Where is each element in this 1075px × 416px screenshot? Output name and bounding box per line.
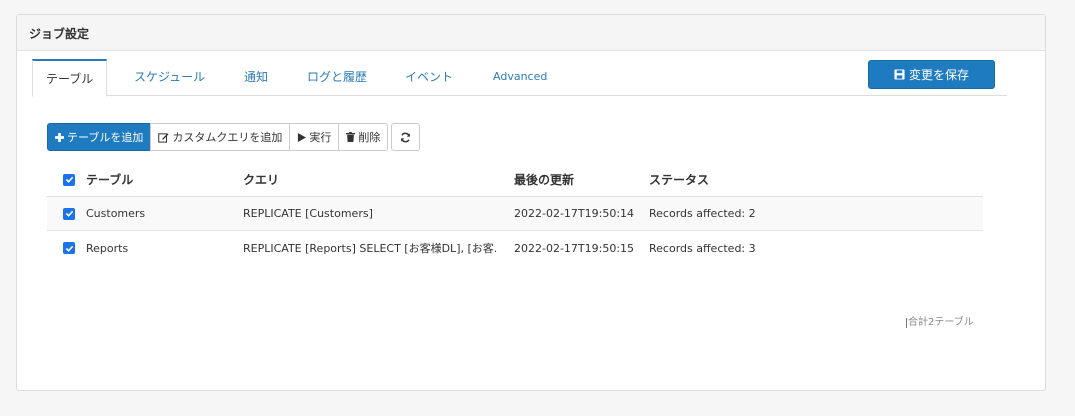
tab-tables[interactable]: テーブル (32, 59, 108, 97)
row-query: REPLICATE [Customers] (243, 207, 373, 220)
column-header-query[interactable]: クエリ (243, 171, 279, 188)
row-last-updated: 2022-02-17T19:50:14 (514, 207, 635, 220)
plus-icon (55, 132, 64, 142)
row-table-name: Reports (86, 241, 129, 255)
save-changes-label: 変更を保存 (908, 68, 969, 82)
row-table-name: Customers (86, 207, 146, 220)
tab-notifications[interactable]: 通知 (244, 59, 268, 96)
delete-button[interactable]: 削除 (338, 123, 389, 151)
save-icon (894, 69, 905, 80)
tab-schedule[interactable]: スケジュール (134, 59, 205, 96)
refresh-icon (400, 132, 411, 143)
add-table-button[interactable]: テーブルを追加 (47, 123, 152, 151)
tab-advanced[interactable]: Advanced (493, 59, 547, 96)
delete-label: 削除 (358, 131, 381, 144)
column-header-table[interactable]: テーブル (86, 171, 133, 188)
row-checkbox[interactable] (63, 242, 75, 254)
tab-logs-history[interactable]: ログと履歴 (307, 59, 367, 96)
tables-grid: テーブル クエリ 最後の更新 ステータス Customers REPLICATE… (47, 163, 983, 265)
select-all-checkbox[interactable] (63, 173, 75, 186)
trash-icon (346, 132, 356, 142)
add-table-label: テーブルを追加 (67, 131, 144, 144)
table-row[interactable]: Reports REPLICATE [Reports] SELECT [お客様D… (47, 231, 983, 265)
edit-icon (158, 132, 169, 143)
row-status: Records affected: 3 (649, 241, 756, 255)
row-last-updated: 2022-02-17T19:50:15 (514, 241, 635, 255)
add-custom-query-label: カスタムクエリを追加 (172, 131, 283, 144)
tab-events[interactable]: イベント (405, 59, 453, 96)
table-toolbar: テーブルを追加 カスタムクエリを追加 実行 削除 (47, 123, 421, 151)
run-label: 実行 (309, 131, 332, 144)
column-header-last-updated[interactable]: 最後の更新 (514, 171, 574, 188)
play-icon (297, 132, 307, 142)
row-checkbox[interactable] (63, 207, 75, 220)
table-count: 合計2テーブル (906, 317, 974, 328)
row-query: REPLICATE [Reports] SELECT [お客様DL], [お客.… (243, 242, 498, 255)
tab-bar: テーブル スケジュール 通知 ログと履歴 イベント Advanced (32, 59, 1007, 97)
column-header-status[interactable]: ステータス (649, 171, 709, 188)
panel-title: ジョブ設定 (17, 15, 1045, 51)
row-status: Records affected: 2 (649, 207, 756, 220)
table-row[interactable]: Customers REPLICATE [Customers] 2022-02-… (47, 197, 983, 231)
add-custom-query-button[interactable]: カスタムクエリを追加 (150, 123, 291, 151)
grid-header: テーブル クエリ 最後の更新 ステータス (47, 163, 983, 197)
refresh-button[interactable] (391, 123, 421, 151)
run-button[interactable]: 実行 (289, 123, 340, 151)
save-changes-button[interactable]: 変更を保存 (868, 60, 995, 89)
